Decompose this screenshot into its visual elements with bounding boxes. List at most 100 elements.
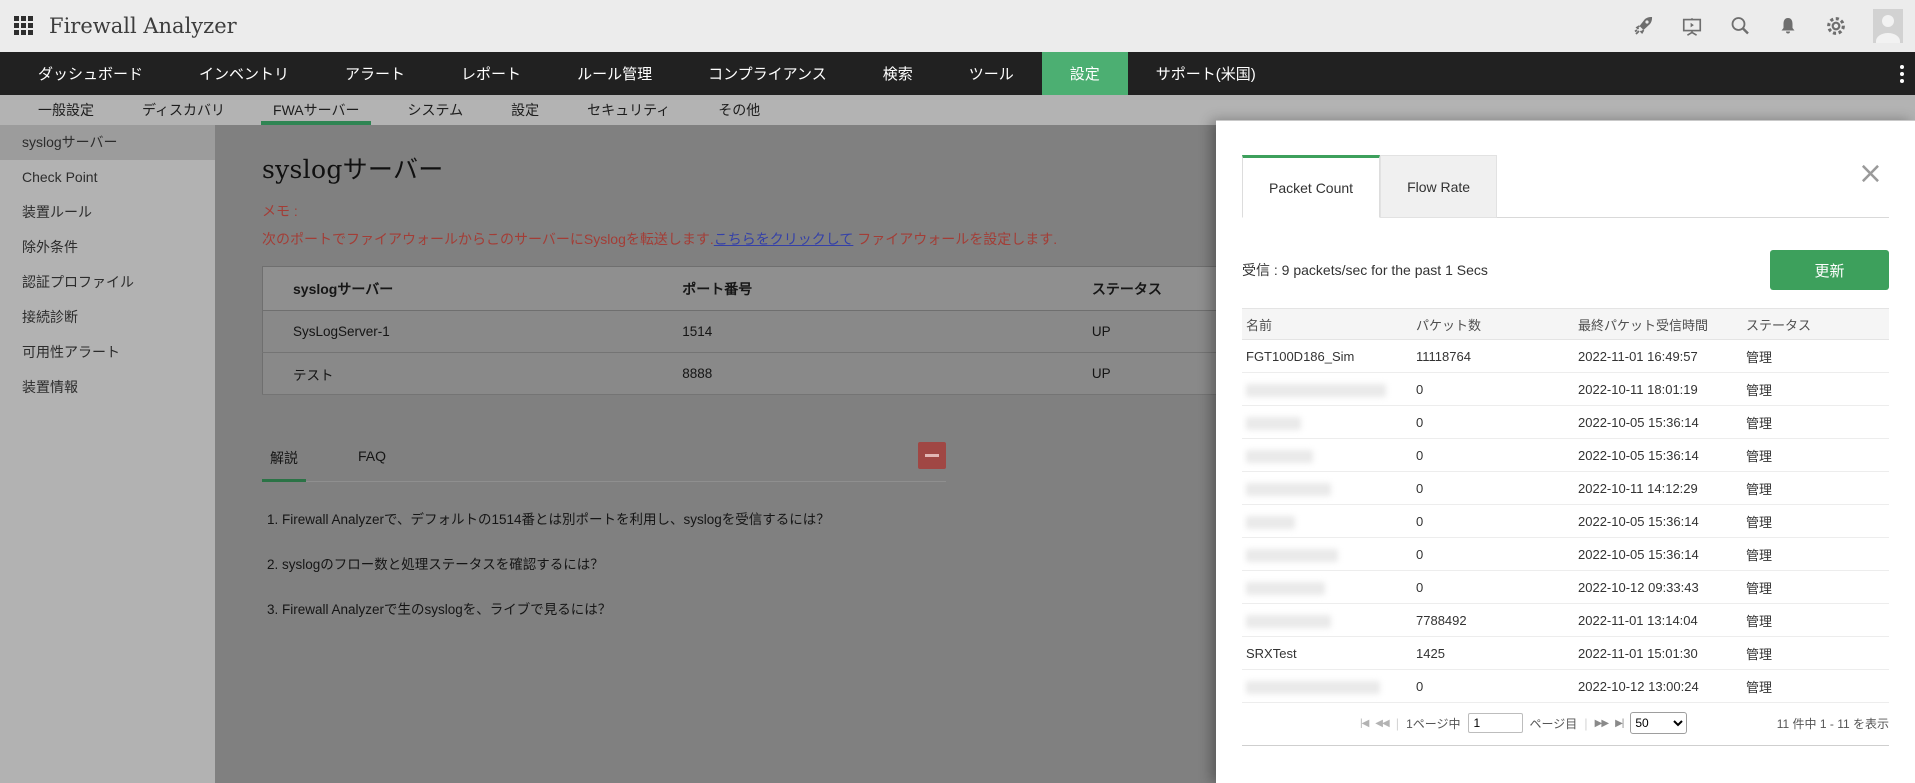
close-icon[interactable]: × [1858,161,1883,187]
app-title: Firewall Analyzer [49,14,237,38]
help-list-item: Firewall Analyzerで、デフォルトの1514番とは別ポートを利用し… [282,508,946,528]
nav-item[interactable]: レポート [433,52,549,95]
prev-page-icon[interactable]: ◀◀ [1375,718,1388,729]
app-header: Firewall Analyzer [0,0,1915,52]
column-header: syslogサーバー [263,267,683,311]
gear-icon[interactable] [1825,15,1847,37]
redacted-name [1246,384,1386,397]
device-name: SRXTest [1246,646,1297,661]
redacted-name [1246,615,1331,628]
help-list-item: syslogのフロー数と処理ステータスを確認するには？ [282,553,946,573]
subnav-item[interactable]: 設定 [499,95,551,125]
column-header: 名前 [1242,309,1412,340]
page-suffix-label: ページ目 [1530,715,1578,732]
sidebar-item[interactable]: 接続診断 [0,300,215,335]
table-row: 0 2022-10-11 18:01:19 管理 [1242,373,1889,406]
subnav-item[interactable]: 一般設定 [26,95,106,125]
collapse-minus-button[interactable] [918,442,946,469]
status-value: 管理 [1742,670,1889,703]
table-row: 0 2022-10-12 13:00:24 管理 [1242,670,1889,703]
panel-tab[interactable]: Flow Rate [1380,155,1497,218]
first-page-icon[interactable]: |◀ [1360,718,1368,729]
redacted-name [1246,483,1331,496]
configure-firewall-link[interactable]: こちらをクリックして [714,231,854,247]
packet-count-table: 名前 パケット数 最終パケット受信時間 ステータス FGT100D186_Sim… [1242,308,1889,703]
status-value: 管理 [1742,604,1889,637]
nav-item[interactable]: 検索 [855,52,941,95]
sidebar-item[interactable]: Check Point [0,160,215,195]
table-row: 0 2022-10-05 15:36:14 管理 [1242,406,1889,439]
redacted-name [1246,681,1380,694]
main-nav: ダッシュボード インベントリ アラート レポート ルール管理 コンプライアンス … [0,52,1915,95]
syslog-packets-panel: × Packet Count Flow Rate 受信 : 9 packets/… [1216,120,1915,783]
help-tab[interactable]: FAQ [350,442,394,481]
nav-item[interactable]: アラート [317,52,433,95]
redacted-name [1246,549,1338,562]
table-row: 0 2022-10-05 15:36:14 管理 [1242,505,1889,538]
sidebar-item[interactable]: 装置情報 [0,370,215,405]
status-value: 管理 [1742,406,1889,439]
device-name: FGT100D186_Sim [1246,349,1354,364]
search-icon[interactable] [1729,15,1751,37]
refresh-button[interactable]: 更新 [1770,250,1889,290]
status-value: 管理 [1742,340,1889,373]
pagination-bar: |◀ ◀◀ | 1ページ中 ページ目 | ▶▶ ▶| 50 11 件中 1 - … [1242,712,1889,746]
subnav-item[interactable]: その他 [706,95,772,125]
table-row: SRXTest 1425 2022-11-01 15:01:30 管理 [1242,637,1889,670]
redacted-name [1246,582,1325,595]
status-value: 管理 [1742,637,1889,670]
table-row: 0 2022-10-11 14:12:29 管理 [1242,472,1889,505]
table-row: FGT100D186_Sim 11118764 2022-11-01 16:49… [1242,340,1889,373]
page-count-label: 1ページ中 [1406,715,1460,732]
last-page-icon[interactable]: ▶| [1615,718,1623,729]
sidebar-item[interactable]: syslogサーバー [0,125,215,160]
subnav-item[interactable]: システム [395,95,475,125]
presentation-icon[interactable] [1681,15,1703,37]
bell-icon[interactable] [1777,15,1799,37]
rocket-icon[interactable] [1633,15,1655,37]
received-rate-text: 受信 : 9 packets/sec for the past 1 Secs [1242,260,1488,280]
status-value: 管理 [1742,439,1889,472]
page-size-select[interactable]: 50 [1630,712,1687,734]
nav-item[interactable]: サポート(米国) [1128,52,1284,95]
subnav-item[interactable]: ディスカバリ [130,95,237,125]
subnav-item[interactable]: セキュリティ [575,95,682,125]
column-header: 最終パケット受信時間 [1574,309,1742,340]
column-header: ポート番号 [682,267,1092,311]
column-header: ステータス [1742,309,1889,340]
sidebar-item[interactable]: 装置ルール [0,195,215,230]
pagination-controls: |◀ ◀◀ | 1ページ中 ページ目 | ▶▶ ▶| 50 [1360,712,1687,734]
redacted-name [1246,450,1313,463]
nav-item[interactable]: コンプライアンス [680,52,855,95]
table-row: 0 2022-10-12 09:33:43 管理 [1242,571,1889,604]
table-row: 7788492 2022-11-01 13:14:04 管理 [1242,604,1889,637]
sidebar-item[interactable]: 可用性アラート [0,335,215,370]
nav-item[interactable]: ルール管理 [549,52,680,95]
sidebar-item[interactable]: 除外条件 [0,230,215,265]
nav-item[interactable]: ツール [941,52,1042,95]
help-list: Firewall Analyzerで、デフォルトの1514番とは別ポートを利用し… [282,508,946,618]
status-value: 管理 [1742,472,1889,505]
subnav-item[interactable]: FWAサーバー [261,95,371,125]
panel-tab[interactable]: Packet Count [1242,155,1380,218]
page-number-input[interactable] [1468,713,1523,733]
status-value: 管理 [1742,571,1889,604]
help-section: 解説 FAQ Firewall Analyzerで、デフォルトの1514番とは別… [262,442,946,618]
user-avatar[interactable] [1873,9,1903,43]
panel-tabs: Packet Count Flow Rate [1242,155,1889,218]
kebab-menu-icon[interactable] [1893,60,1911,88]
panel-subheader: 受信 : 9 packets/sec for the past 1 Secs 更… [1242,250,1889,290]
table-row: 0 2022-10-05 15:36:14 管理 [1242,538,1889,571]
column-header: パケット数 [1412,309,1574,340]
status-value: 管理 [1742,538,1889,571]
sidebar-item[interactable]: 認証プロファイル [0,265,215,300]
header-action-icons [1633,9,1903,43]
status-value: 管理 [1742,373,1889,406]
nav-item[interactable]: 設定 [1042,52,1128,95]
help-tab[interactable]: 解説 [262,442,306,481]
redacted-name [1246,417,1301,430]
next-page-icon[interactable]: ▶▶ [1595,718,1608,729]
nav-item[interactable]: インベントリ [171,52,317,95]
nav-item[interactable]: ダッシュボード [10,52,171,95]
apps-grid-icon[interactable] [14,16,34,36]
